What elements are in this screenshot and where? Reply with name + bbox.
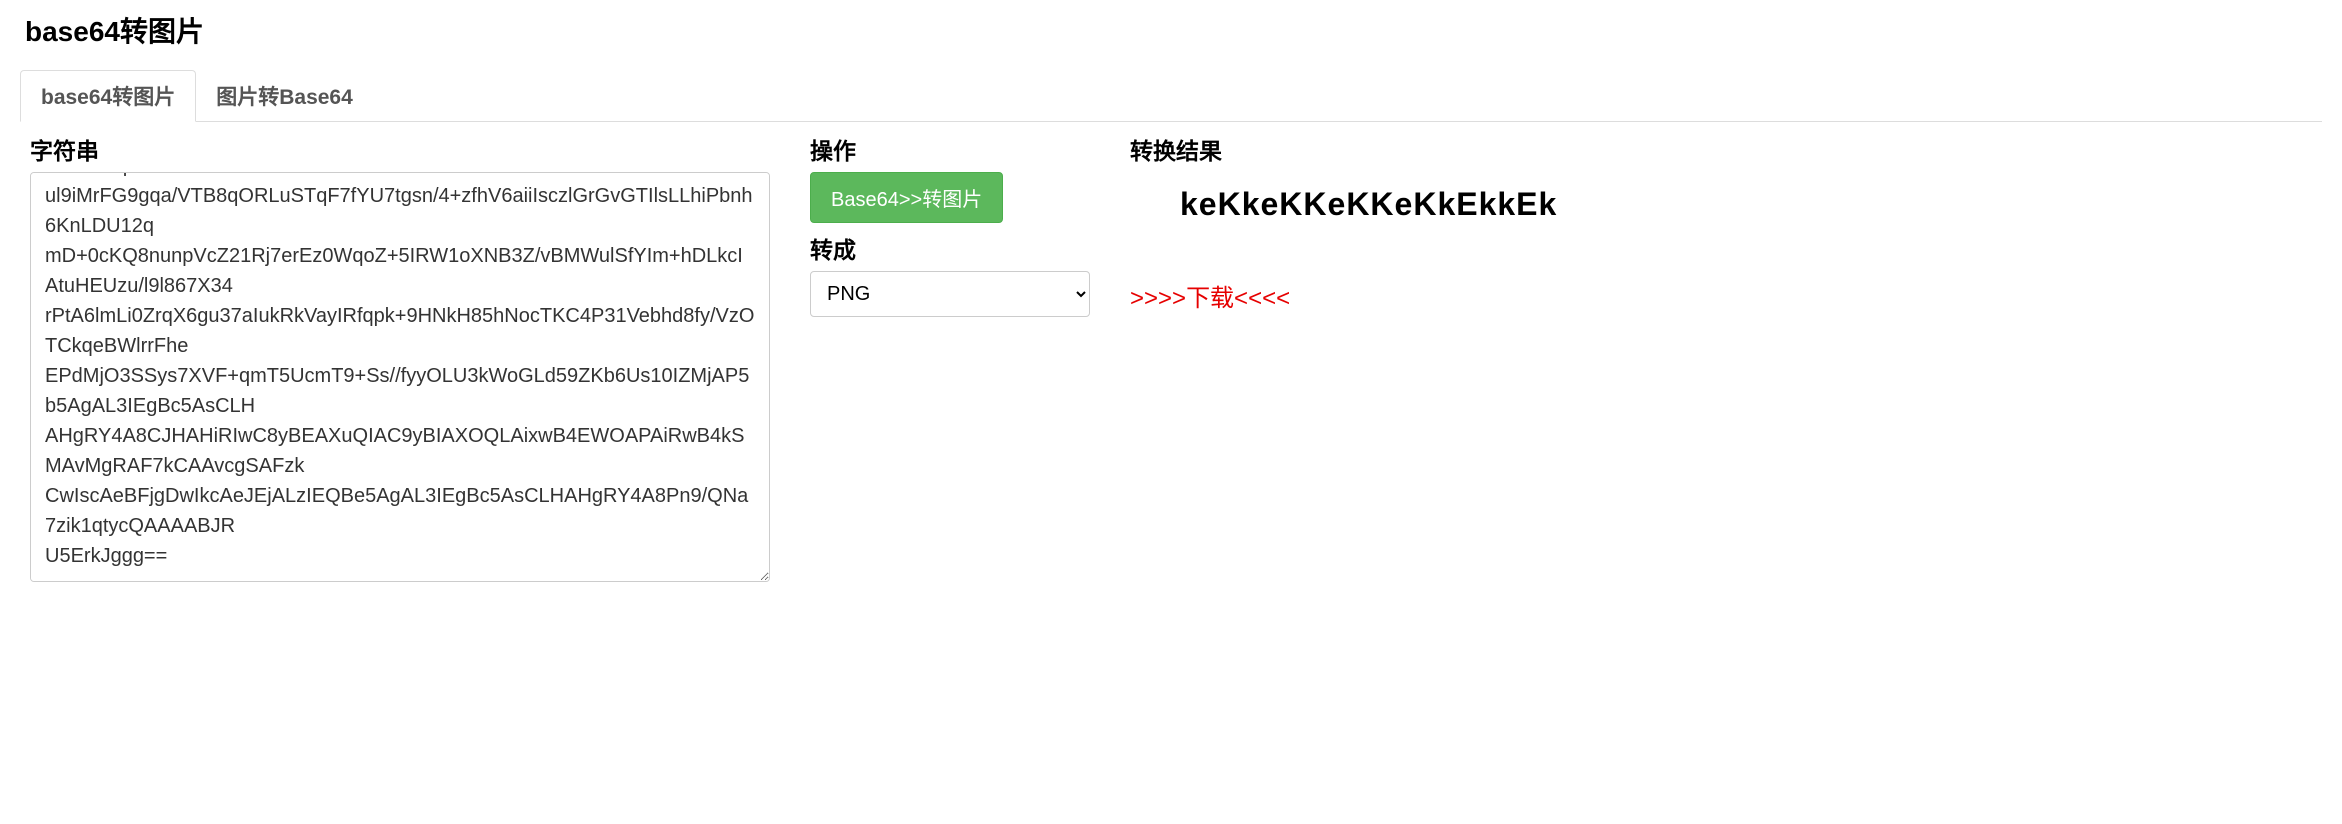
result-column: 转换结果 keKkeKKeKKeKkEkkEk >>>>下载<<<<	[1130, 132, 2312, 588]
result-label: 转换结果	[1130, 132, 2312, 166]
tab-base64-to-image[interactable]: base64转图片	[20, 70, 196, 122]
format-select[interactable]: PNG	[810, 271, 1090, 317]
tab-image-to-base64[interactable]: 图片转Base64	[196, 70, 373, 122]
convert-button[interactable]: Base64>>转图片	[810, 172, 1003, 223]
action-label: 操作	[810, 132, 1090, 166]
input-label: 字符串	[30, 132, 770, 166]
tabs-container: base64转图片 图片转Base64	[20, 70, 2322, 122]
download-link[interactable]: >>>>下载<<<<	[1130, 278, 1290, 313]
format-label: 转成	[810, 231, 1090, 265]
page-title: base64转图片	[25, 10, 2322, 50]
action-column: 操作 Base64>>转图片 转成 PNG	[810, 132, 1090, 588]
base64-input[interactable]: 3K/U+z2uFJNWNcMmhLzUe2v6n/dAWG+mLN9KGWI9…	[30, 172, 770, 582]
main-content: 字符串 3K/U+z2uFJNWNcMmhLzUe2v6n/dAWG+mLN9K…	[20, 132, 2322, 588]
input-column: 字符串 3K/U+z2uFJNWNcMmhLzUe2v6n/dAWG+mLN9K…	[30, 132, 770, 588]
result-captcha-image: keKkeKKeKKeKkEkkEk	[1130, 186, 2312, 223]
